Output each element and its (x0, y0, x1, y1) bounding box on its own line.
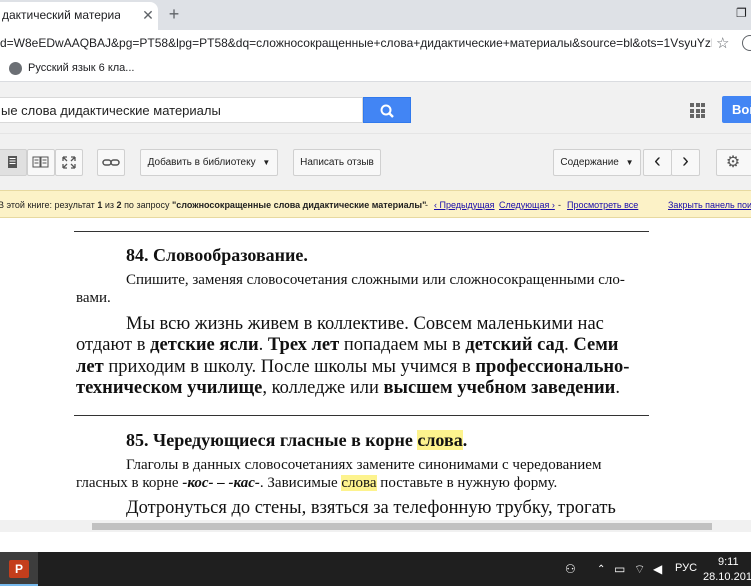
browser-tab[interactable]: дактический материал по ру ✕ (0, 2, 158, 30)
link-icon (102, 159, 120, 166)
view-all-link[interactable]: Просмотреть все (567, 200, 638, 210)
fullscreen-button[interactable] (55, 149, 83, 176)
close-panel-link[interactable]: Закрыть панель пои (668, 200, 751, 210)
people-icon[interactable]: ⚇ (565, 562, 576, 576)
contents-label: Содержание (560, 157, 619, 168)
search-button[interactable] (363, 97, 411, 123)
new-tab-button[interactable]: + (164, 4, 184, 24)
page-icon (8, 156, 17, 168)
bookmarks-bar: Русский язык 6 кла... (0, 56, 751, 82)
search-icon (380, 104, 394, 118)
search-highlight: слова (417, 430, 463, 450)
settings-button[interactable]: ⚙ (716, 149, 751, 176)
two-page-view-button[interactable] (27, 149, 55, 176)
address-bar[interactable]: d=W8eEDwAAQBAJ&pg=PT58&lpg=PT58&dq=сложн… (0, 30, 751, 56)
restore-window-icon[interactable]: ❐ (736, 6, 747, 20)
chevron-down-icon: ▼ (262, 158, 271, 167)
contents-dropdown[interactable]: Содержание ▼ (553, 149, 641, 176)
clock-date[interactable]: 28.10.2019 (703, 571, 751, 583)
language-indicator[interactable]: РУС (675, 562, 697, 574)
tab-strip: дактический материал по ру ✕ + ❐ (0, 0, 751, 30)
clock-time[interactable]: 9:11 (718, 556, 739, 568)
exercise-84-title: 84. Словообразование. (126, 245, 308, 265)
search-value: ые слова дидактические материалы (1, 103, 221, 118)
exercise-84-text: лет приходим в школу. После школы мы учи… (76, 357, 630, 377)
notice-dash: - (558, 200, 561, 210)
sign-in-button[interactable]: Вой (722, 96, 751, 123)
taskbar-app-button[interactable]: P (0, 552, 38, 586)
exercise-84-text: техническом училище, колледже или высшем… (76, 378, 620, 398)
notice-text: В этой книге: результат 1 из 2 по запрос… (0, 200, 427, 210)
add-to-library-button[interactable]: Добавить в библиотеку ▼ (140, 149, 278, 176)
chevron-down-icon: ▼ (625, 158, 634, 167)
exercise-84-text: отдают в детские ясли. Трех лет попадаем… (76, 335, 619, 355)
notice-dash: - (425, 200, 428, 210)
search-highlight: слова (341, 475, 377, 491)
exercise-85-task: гласных в корне -кос- – -кас-. Зависимые… (76, 475, 558, 491)
next-page-button[interactable]: › (671, 149, 700, 176)
exercise-84-task: вами. (76, 290, 111, 306)
book-icon (32, 156, 49, 168)
page-divider (74, 415, 649, 416)
page-divider (74, 231, 649, 232)
write-review-button[interactable]: Написать отзыв (293, 149, 381, 176)
url-text[interactable]: d=W8eEDwAAQBAJ&pg=PT58&lpg=PT58&dq=сложн… (0, 36, 712, 50)
prev-result-link[interactable]: ‹ Предыдущая (434, 200, 495, 210)
link-button[interactable] (97, 149, 125, 176)
network-icon[interactable]: ⌔ (634, 562, 645, 577)
battery-icon[interactable]: ▭ (614, 562, 625, 576)
exercise-84-text: Мы всю жизнь живем в коллективе. Совсем … (126, 314, 604, 334)
next-result-link[interactable]: Следующая › (499, 200, 555, 210)
book-page: 84. Словообразование. Спишите, заменяя с… (0, 218, 751, 520)
exercise-85-text: Дотронуться до стены, взяться за телефон… (126, 498, 616, 518)
book-toolbar: Добавить в библиотеку ▼ Написать отзыв С… (0, 134, 751, 190)
tab-title: дактический материал по ру (2, 8, 120, 22)
apps-grid-icon[interactable] (690, 103, 705, 118)
search-notice-bar: В этой книге: результат 1 из 2 по запрос… (0, 190, 751, 218)
exercise-84-task: Спишите, заменяя словосочетания сложными… (126, 272, 625, 288)
globe-icon (9, 62, 22, 75)
scrollbar-thumb[interactable] (92, 523, 712, 530)
exercise-85-title: 85. Чередующиеся гласные в корне слова. (126, 430, 468, 450)
books-header: ые слова дидактические материалы Вой (0, 82, 751, 134)
single-page-view-button[interactable] (0, 149, 27, 176)
prev-page-button[interactable]: ‹ (643, 149, 672, 176)
profile-icon[interactable] (742, 35, 751, 51)
powerpoint-icon: P (9, 560, 29, 578)
search-input[interactable]: ые слова дидактические материалы (0, 97, 363, 123)
gear-icon: ⚙ (725, 154, 741, 171)
exercise-85-task: Глаголы в данных словосочетаниях заменит… (126, 457, 602, 473)
chevron-up-icon[interactable]: ⌃ (597, 564, 605, 575)
close-tab-icon[interactable]: ✕ (140, 7, 156, 23)
volume-icon[interactable]: ◀ (653, 562, 662, 576)
taskbar: P ⚇ ⌃ ▭ ⌔ ◀ РУС 9:11 28.10.2019 (0, 552, 751, 586)
add-to-library-label: Добавить в библиотеку (147, 157, 256, 168)
bookmark-star-icon[interactable]: ☆ (716, 34, 729, 52)
fullscreen-icon (62, 156, 76, 169)
bookmark-item[interactable]: Русский язык 6 кла... (28, 62, 134, 74)
